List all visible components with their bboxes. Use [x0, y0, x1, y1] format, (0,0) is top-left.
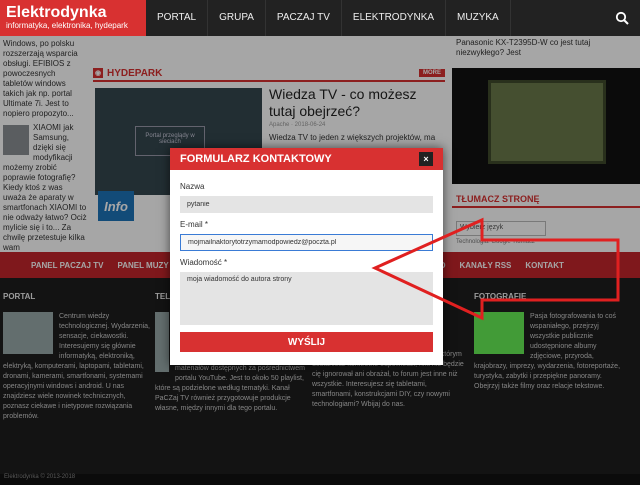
nav-item-grupa[interactable]: GRUPA	[208, 0, 266, 36]
nav-item-elektrodynka[interactable]: ELEKTRODYNKA	[342, 0, 447, 36]
modal-title: FORMULARZ KONTAKTOWY	[180, 153, 332, 165]
search-icon[interactable]	[604, 0, 640, 36]
email-label: E-mail *	[180, 220, 209, 229]
site-subtitle: informatyka, elektronika, hydepark	[6, 21, 128, 30]
nav-item-portal[interactable]: PORTAL	[146, 0, 209, 36]
modal-header: FORMULARZ KONTAKTOWY ×	[170, 148, 443, 170]
message-label: Wiadomość *	[180, 258, 228, 267]
name-field[interactable]	[180, 196, 433, 213]
top-navbar: Elektrodynka informatyka, elektronika, h…	[0, 0, 640, 36]
site-title: Elektrodynka	[6, 4, 107, 21]
close-icon[interactable]: ×	[419, 152, 433, 166]
nav-item-paczaj-tv[interactable]: PACZAJ TV	[266, 0, 342, 36]
main-nav: PORTAL GRUPA PACZAJ TV ELEKTRODYNKA MUZY…	[146, 0, 511, 36]
site-brand[interactable]: Elektrodynka informatyka, elektronika, h…	[0, 0, 146, 36]
message-field[interactable]: moja wiadomość do autora strony	[180, 272, 433, 325]
send-button[interactable]: WYŚLIJ	[180, 332, 433, 352]
contact-form-modal: FORMULARZ KONTAKTOWY × Nazwa E-mail * Wi…	[170, 148, 443, 365]
name-label: Nazwa	[180, 182, 205, 191]
nav-item-muzyka[interactable]: MUZYKA	[446, 0, 511, 36]
modal-body: Nazwa E-mail * Wiadomość * moja wiadomoś…	[170, 170, 443, 352]
email-field[interactable]	[180, 234, 433, 251]
